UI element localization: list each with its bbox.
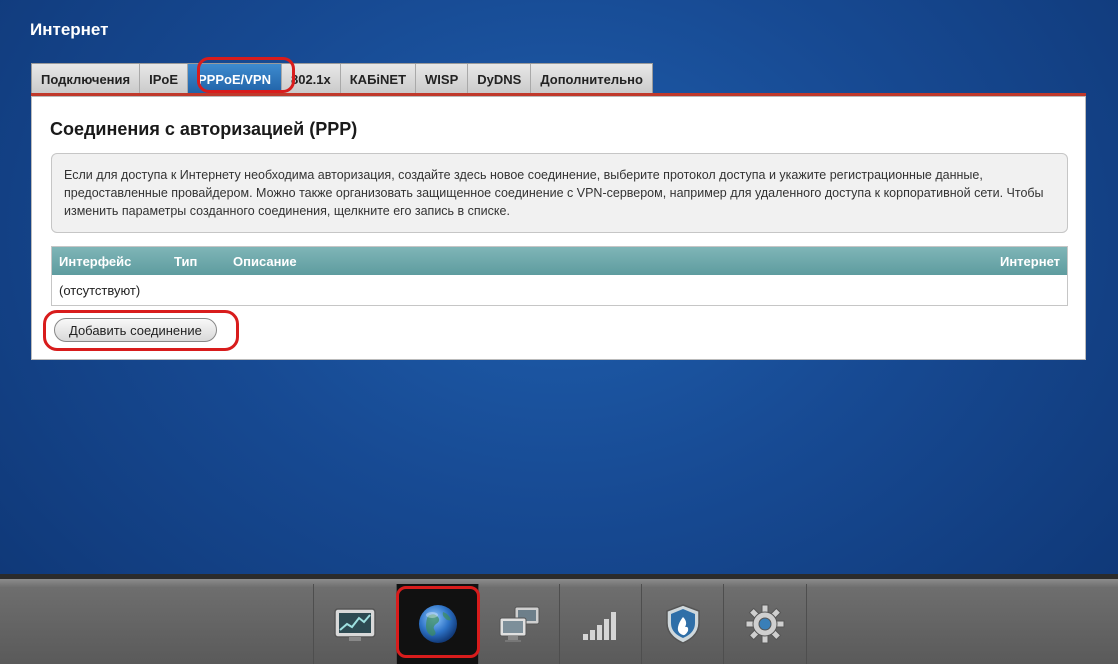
tab-pppoe-vpn[interactable]: PPPoE/VPN [188,64,282,94]
info-box: Если для доступа к Интернету необходима … [51,153,1068,233]
column-description: Описание [233,254,297,269]
bottom-taskbar [0,574,1118,664]
taskbar-wifi[interactable] [559,584,642,664]
taskbar-system[interactable] [723,584,807,664]
network-computers-icon [499,606,540,642]
tab-bar: Подключения IPoE PPPoE/VPN 802.1x КАБiNE… [31,63,653,94]
taskbar-security[interactable] [641,584,724,664]
tab-kabinet[interactable]: КАБiNET [341,64,417,94]
shield-icon [666,604,700,644]
connections-table: Интерфейс Тип Описание Интернет (отсутст… [51,246,1068,306]
page-title: Интернет [30,20,109,39]
content-panel: Соединения с авторизацией (PPP) Если для… [31,96,1086,360]
taskbar-internet[interactable] [396,584,479,664]
tab-dydns[interactable]: DyDNS [468,64,532,94]
taskbar-monitor[interactable] [313,584,396,664]
tab-connections[interactable]: Подключения [32,64,141,94]
monitor-chart-icon [334,608,376,641]
gear-icon [745,604,785,644]
column-type: Тип [174,254,198,269]
tab-8021x[interactable]: 802.1x [282,64,341,94]
globe-icon [419,605,457,643]
tab-advanced[interactable]: Дополнительно [531,64,652,94]
table-header: Интерфейс Тип Описание Интернет [52,247,1067,275]
table-row: (отсутствуют) [52,275,1067,305]
add-connection-button[interactable]: Добавить соединение [54,318,217,342]
taskbar-home-network[interactable] [478,584,561,664]
tab-ipoe[interactable]: IPoE [140,64,189,94]
column-interface: Интерфейс [59,254,132,269]
panel-title: Соединения с авторизацией (PPP) [50,119,358,139]
column-internet: Интернет [999,254,1060,269]
signal-bars-icon [583,612,616,640]
tab-wisp[interactable]: WISP [416,64,469,94]
